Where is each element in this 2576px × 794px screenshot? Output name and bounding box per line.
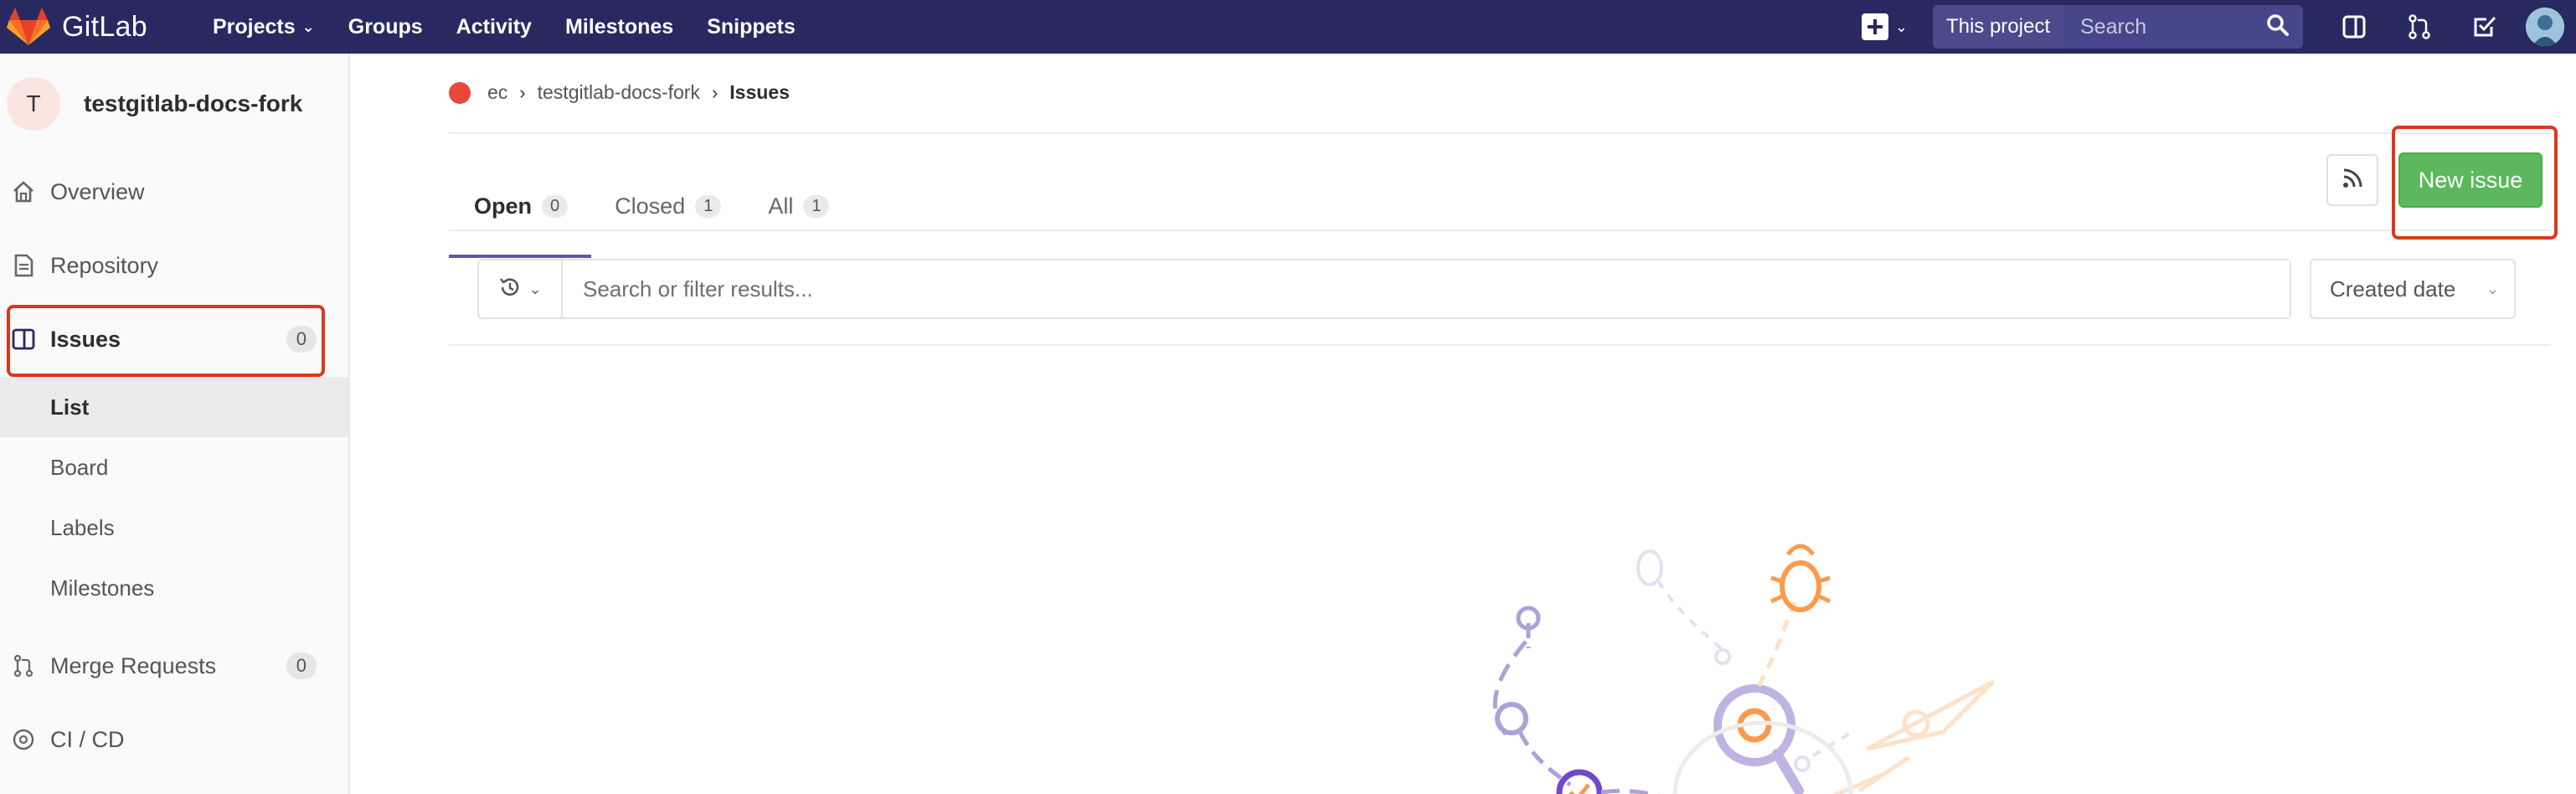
gitlab-home-link[interactable]: GitLab — [7, 7, 147, 47]
divider — [449, 229, 2551, 231]
sidebar-subitem-board[interactable]: Board — [0, 437, 348, 498]
breadcrumb: ec › testgitlab-docs-fork › Issues — [449, 81, 790, 104]
document-icon — [8, 250, 39, 281]
chevron-down-icon: ⌄ — [528, 280, 542, 297]
new-issue-button[interactable]: New issue — [2398, 152, 2543, 208]
filter-search-input[interactable] — [563, 260, 2290, 317]
issues-icon — [8, 324, 39, 354]
chevron-right-icon: › — [711, 81, 719, 103]
nav-projects-label: Projects — [212, 14, 296, 39]
merge-request-icon[interactable] — [2387, 13, 2452, 40]
sidebar-item-overview[interactable]: Overview — [0, 162, 348, 221]
merge-request-icon — [8, 651, 39, 681]
sidebar-subitem-labels[interactable]: Labels — [0, 498, 348, 558]
sidebar-subitem-list[interactable]: List — [0, 377, 348, 437]
tab-label: Closed — [615, 193, 686, 219]
tab-count-badge: 1 — [803, 194, 830, 218]
breadcrumb-current[interactable]: Issues — [729, 81, 790, 104]
sort-dropdown[interactable]: Created date ⌄ — [2310, 259, 2516, 319]
gitlab-logo-icon — [7, 7, 50, 47]
filter-bar: ⌄ — [477, 259, 2291, 319]
nav-snippets[interactable]: Snippets — [707, 15, 796, 39]
project-header[interactable]: T testgitlab-docs-fork — [0, 54, 348, 154]
rss-icon — [2342, 168, 2363, 193]
divider — [449, 344, 2551, 346]
rss-feed-button[interactable] — [2326, 154, 2378, 206]
navbar-right: ⌄ This project — [1861, 0, 2576, 54]
sidebar-item-ci-cd[interactable]: CI / CD — [0, 710, 348, 769]
search-field — [2063, 5, 2303, 49]
nav-projects[interactable]: Projects ⌄ — [213, 15, 315, 39]
sidebar-item-merge-requests[interactable]: Merge Requests 0 — [0, 637, 348, 695]
sidebar-item-label: Merge Requests — [50, 652, 217, 678]
brand-name: GitLab — [62, 10, 147, 43]
user-avatar[interactable] — [2526, 8, 2564, 46]
project-name: testgitlab-docs-fork — [84, 90, 303, 116]
history-icon — [498, 276, 522, 303]
breadcrumb-project[interactable]: testgitlab-docs-fork — [538, 81, 700, 104]
sort-label: Created date — [2330, 276, 2456, 302]
todo-icon[interactable] — [2452, 13, 2517, 40]
chevron-down-icon: ⌄ — [1894, 18, 1908, 35]
chevron-down-icon: ⌄ — [2486, 280, 2499, 297]
tab-count-badge: 1 — [695, 194, 722, 218]
merge-requests-count-badge: 0 — [286, 652, 317, 679]
sidebar-item-label: CI / CD — [50, 726, 125, 752]
sidebar-item-issues[interactable]: Issues 0 — [0, 310, 348, 369]
search-icon[interactable] — [2266, 13, 2290, 41]
home-icon — [8, 177, 39, 207]
nav-milestones[interactable]: Milestones — [565, 15, 673, 39]
sidebar-item-label: Issues — [50, 326, 121, 352]
nav-groups[interactable]: Groups — [348, 15, 423, 39]
sidebar-item-label: Repository — [50, 252, 159, 278]
chevron-down-icon: ⌄ — [301, 18, 315, 35]
plus-icon — [1861, 13, 1888, 40]
tab-label: Open — [474, 193, 533, 219]
issues-count-badge: 0 — [286, 326, 317, 353]
group-avatar — [449, 81, 471, 104]
search-scope[interactable]: This project — [1932, 5, 2063, 49]
nav-activity[interactable]: Activity — [456, 15, 532, 39]
main-nav: Projects ⌄ Groups Activity Milestones Sn… — [213, 15, 829, 39]
new-dropdown-button[interactable]: ⌄ — [1861, 13, 1908, 40]
breadcrumb-group[interactable]: ec — [487, 81, 507, 104]
rocket-icon — [8, 724, 39, 755]
project-avatar: T — [7, 77, 60, 131]
empty-state-illustration — [1105, 456, 2278, 794]
project-sidebar: T testgitlab-docs-fork Overview Reposito… — [0, 54, 350, 794]
top-navbar: GitLab Projects ⌄ Groups Activity Milest… — [0, 0, 2576, 54]
tab-count-badge: 0 — [542, 194, 569, 218]
recent-searches-button[interactable]: ⌄ — [479, 260, 563, 317]
sidebar-toggle-icon[interactable] — [2321, 13, 2387, 40]
search-input[interactable] — [2080, 14, 2248, 39]
main-content: ec › testgitlab-docs-fork › Issues Open … — [352, 54, 2576, 794]
tab-label: All — [768, 193, 794, 219]
chevron-right-icon: › — [519, 81, 526, 103]
sidebar-subitem-milestones[interactable]: Milestones — [0, 558, 348, 618]
sidebar-item-repository[interactable]: Repository — [0, 236, 348, 295]
sidebar-item-label: Overview — [50, 178, 145, 204]
